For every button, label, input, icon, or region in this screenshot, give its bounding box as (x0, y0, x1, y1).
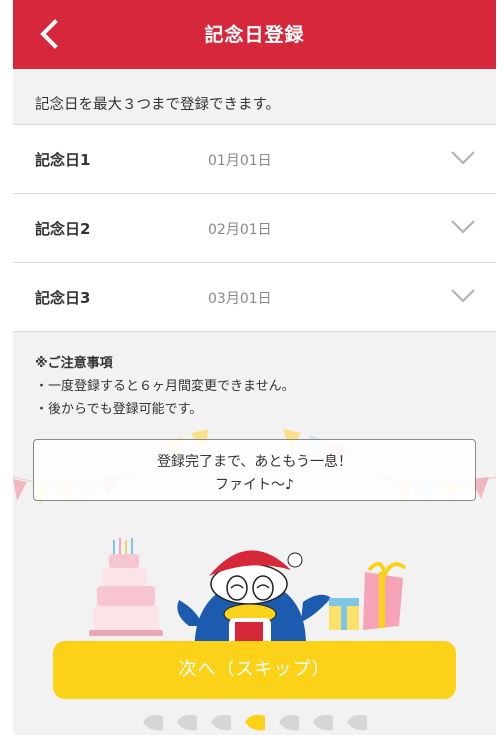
anniversary-row-1[interactable]: 記念日1 01月01日 (13, 125, 496, 194)
next-skip-button[interactable]: 次へ（スキップ） (53, 641, 456, 699)
frame-left-margin (0, 0, 13, 735)
page-dot (177, 714, 197, 731)
page-title: 記念日登録 (204, 24, 305, 46)
anniversary-row-2[interactable]: 記念日2 02月01日 (13, 194, 496, 263)
cake-icon (89, 538, 163, 636)
page-dot (313, 714, 333, 731)
chevron-down-icon (451, 220, 475, 234)
app-frame: 記念日登録 記念日を最大３つまで登録できます。 記念日1 01月01日 記念日2… (0, 0, 504, 735)
header-bar: 記念日登録 (13, 0, 496, 69)
chevron-down-icon (451, 151, 475, 165)
page-dot (211, 714, 231, 731)
notes-title: ※ご注意事項 (35, 356, 113, 371)
anniversary-label: 記念日3 (35, 289, 91, 307)
intro-text: 記念日を最大３つまで登録できます。 (35, 97, 281, 113)
chevron-down-icon (451, 289, 475, 303)
anniversary-label: 記念日1 (35, 151, 91, 169)
message-line-2: ファイト～♪ (215, 477, 294, 493)
frame-right-margin (496, 0, 504, 735)
anniversary-date-value: 02月01日 (208, 222, 272, 238)
page-dot-active (245, 714, 265, 731)
page-dot (143, 714, 163, 731)
gift-box-icon (329, 562, 407, 630)
anniversary-list: 記念日1 01月01日 記念日2 02月01日 記念日3 03月01日 (13, 124, 496, 332)
anniversary-date-value: 03月01日 (208, 291, 272, 307)
page-dot (347, 714, 367, 731)
note-item: ・一度登録すると６ヶ月間変更できません。 (35, 379, 295, 394)
page-dot (279, 714, 299, 731)
encouragement-message: 登録完了まで、あともう一息！ ファイト～♪ (33, 439, 476, 501)
page-indicator (143, 714, 367, 731)
anniversary-label: 記念日2 (35, 220, 91, 238)
message-line-1: 登録完了まで、あともう一息！ (156, 454, 353, 470)
anniversary-date-value: 01月01日 (208, 153, 272, 169)
screen-content: 記念日登録 記念日を最大３つまで登録できます。 記念日1 01月01日 記念日2… (13, 0, 496, 735)
anniversary-row-3[interactable]: 記念日3 03月01日 (13, 263, 496, 332)
